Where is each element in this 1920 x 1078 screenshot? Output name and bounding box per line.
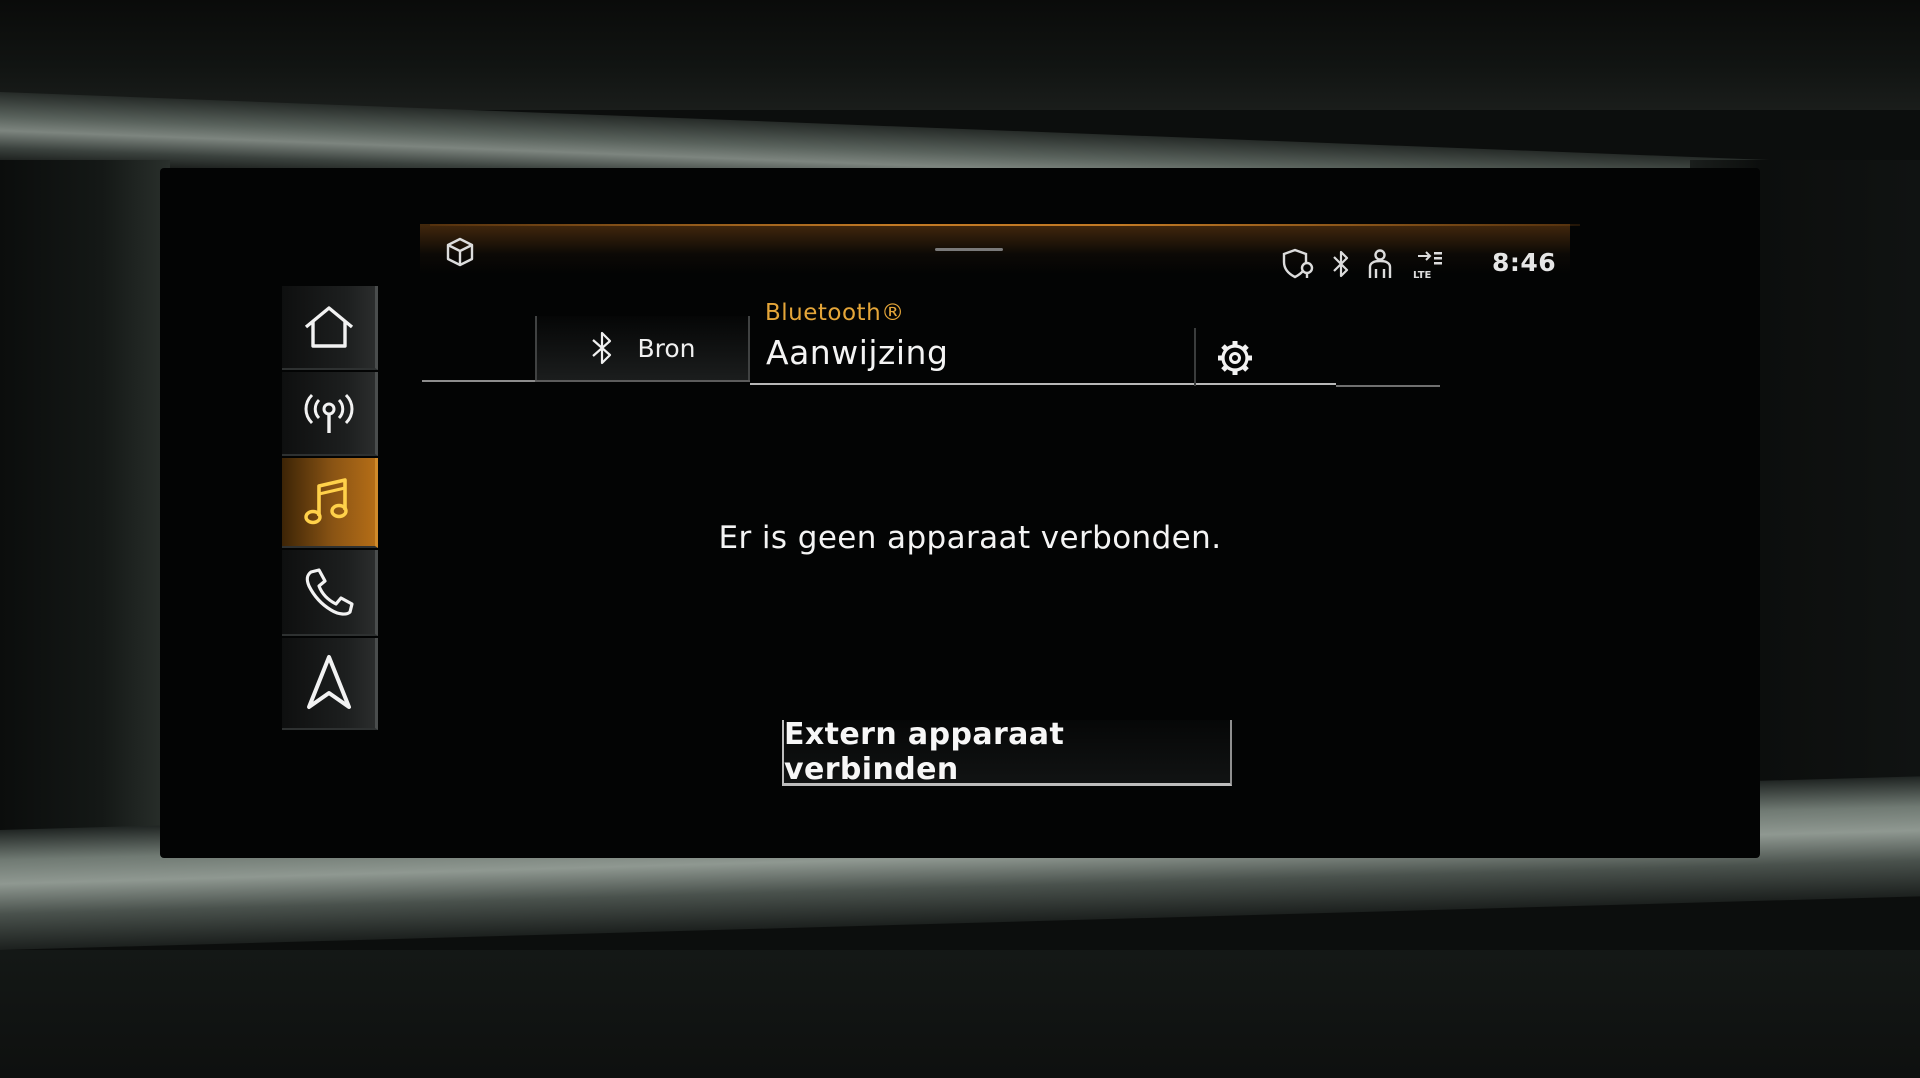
no-device-message: Er is geen apparaat verbonden.: [718, 520, 1222, 556]
person-icon: [1368, 249, 1392, 278]
nav-phone-button[interactable]: [282, 550, 378, 636]
cube-icon[interactable]: [443, 235, 477, 269]
source-button[interactable]: Bron: [535, 316, 750, 380]
header-separator: [1194, 328, 1196, 386]
gear-icon[interactable]: [1213, 336, 1257, 380]
bluetooth-icon: [592, 331, 612, 365]
screen-bezel-left: [0, 160, 170, 880]
header-underline-right: [1336, 385, 1440, 387]
shield-location-icon: [1282, 248, 1314, 279]
nav-radio-button[interactable]: [282, 372, 378, 456]
home-icon: [304, 306, 353, 348]
nav-home-button[interactable]: [282, 286, 378, 370]
phone-icon: [305, 568, 354, 616]
status-icons: LTE: [1280, 246, 1446, 282]
connect-external-device-button[interactable]: Extern apparaat verbinden: [782, 717, 1232, 787]
music-note-icon: [303, 478, 348, 525]
source-name: Bluetooth®: [765, 300, 905, 326]
source-button-label: Bron: [637, 333, 696, 363]
header-underline-left: [422, 380, 536, 382]
infotainment-screen: LTE 8:46 Bron Bluetooth® Aanwijzing Er i…: [160, 168, 1760, 858]
bluetooth-icon: [1333, 250, 1349, 278]
navigation-arrow-icon: [306, 655, 351, 709]
lte-signal-icon: LTE: [1413, 251, 1442, 280]
status-bar-accent-line: [430, 224, 1580, 226]
nav-navigation-button[interactable]: [282, 638, 378, 730]
nav-rail: [282, 286, 378, 820]
radio-antenna-icon: [304, 393, 353, 433]
dashboard-top: [0, 0, 1920, 110]
clock: 8:46: [1492, 248, 1557, 277]
header-underline-main: [750, 383, 1336, 385]
dashboard-bottom: [0, 950, 1920, 1078]
header-underline-source: [535, 380, 750, 382]
nav-media-button[interactable]: [282, 458, 378, 548]
pull-down-handle[interactable]: [935, 248, 1003, 251]
page-title: Aanwijzing: [766, 333, 949, 372]
svg-text:LTE: LTE: [1413, 270, 1432, 280]
